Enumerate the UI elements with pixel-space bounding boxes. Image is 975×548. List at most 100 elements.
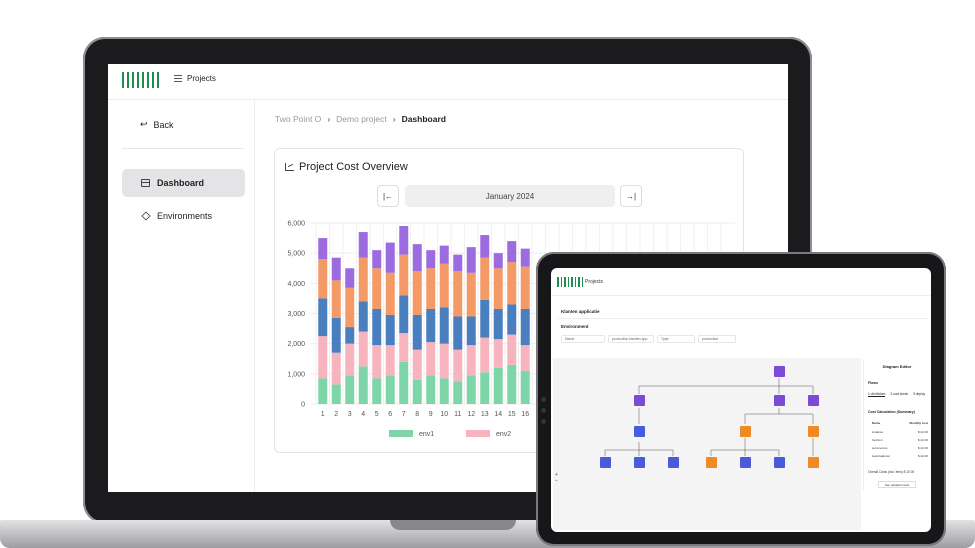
x-tick-label: 11: [454, 411, 461, 418]
compute-node-icon[interactable]: [740, 426, 751, 437]
cost-row-name: service-bus: [872, 446, 888, 450]
breadcrumb-item[interactable]: Demo project: [336, 114, 387, 124]
bar-segment-env4: [412, 271, 422, 316]
chevron-right-icon: ›: [327, 114, 331, 124]
bar-segment-env5: [466, 247, 476, 273]
cost-row: instance $ 22.00: [872, 430, 928, 434]
flow-tabs: 1 of/children 2 cost check 3 deploy: [868, 392, 925, 397]
service-node-icon[interactable]: [668, 457, 679, 468]
y-tick-label: 4,000: [287, 281, 305, 288]
tab-children[interactable]: 1 of/children: [868, 392, 886, 397]
cloud-node-icon[interactable]: [634, 395, 645, 406]
bar-segment-env2: [372, 345, 382, 379]
bar-segment-env4: [480, 257, 490, 300]
x-tick-label: 6: [388, 411, 392, 418]
compute-node-icon[interactable]: [706, 457, 717, 468]
compute-node-icon[interactable]: [808, 457, 819, 468]
bar-segment-env1: [480, 372, 490, 404]
month-selector[interactable]: January 2024: [405, 185, 615, 207]
cost-row-name: function: [872, 438, 883, 442]
bar-segment-env5: [372, 250, 382, 269]
tablet-sensor: [541, 419, 546, 424]
bar-segment-env3: [358, 301, 368, 332]
chevron-right-icon: ›: [392, 114, 396, 124]
flows-label: Flows: [868, 381, 878, 385]
y-tick-label: 3,000: [287, 311, 305, 318]
sidebar-item-label: Dashboard: [157, 178, 205, 188]
bar-segment-env3: [520, 308, 530, 346]
service-node-icon[interactable]: [600, 457, 611, 468]
tablet-screen: Projects Klanten applicatie Environment …: [551, 268, 931, 532]
bar-segment-env5: [318, 238, 328, 260]
bar-segment-env5: [520, 248, 530, 267]
diagram-editor-panel: Diagram Editor Flows 1 of/children 2 cos…: [863, 360, 931, 490]
bar-segment-env3: [439, 307, 449, 344]
bar-segment-env4: [453, 271, 463, 317]
app-title: Klanten applicatie: [561, 309, 600, 314]
y-tick-label: 2,000: [287, 341, 305, 348]
bar-segment-env4: [372, 268, 382, 309]
projects-label[interactable]: Projects: [585, 279, 603, 285]
zoom-out-icon[interactable]: −: [555, 478, 558, 484]
field-label: Type: [657, 335, 695, 343]
cost-row-name: load-balancer: [872, 454, 891, 458]
bar-segment-env2: [358, 331, 368, 367]
card-title: Project Cost Overview: [285, 161, 408, 173]
bar-segment-env5: [453, 254, 463, 272]
bar-segment-env4: [439, 263, 449, 308]
bar-segment-env2: [493, 339, 503, 368]
bar-segment-env2: [399, 333, 409, 362]
bar-segment-env2: [466, 345, 476, 376]
panel-title: Diagram Editor: [882, 364, 912, 369]
bar-segment-env1: [466, 375, 476, 404]
compute-node-icon[interactable]: [808, 426, 819, 437]
back-button[interactable]: ↩ Back: [140, 119, 174, 130]
search-node-icon[interactable]: [740, 457, 751, 468]
bar-segment-env1: [345, 375, 355, 404]
card-title-text: Project Cost Overview: [299, 161, 408, 173]
layers-icon: [141, 212, 150, 220]
bar-segment-env2: [331, 352, 341, 385]
x-tick-label: 4: [361, 411, 365, 418]
x-tick-label: 7: [402, 411, 406, 418]
bar-segment-env1: [318, 378, 328, 404]
bar-segment-env5: [331, 257, 341, 281]
breadcrumb-item[interactable]: Two Point O: [275, 114, 321, 124]
legend-swatch-env1: [389, 430, 413, 437]
cloud-node-icon[interactable]: [774, 395, 785, 406]
service-node-icon[interactable]: [634, 426, 645, 437]
cost-row-value: $ 22.00: [917, 446, 928, 450]
see-detailed-costs-button[interactable]: See detailed costs: [878, 481, 916, 488]
tab-cost-check[interactable]: 2 cost check: [890, 392, 908, 397]
logo[interactable]: [122, 72, 159, 88]
cloud-node-icon[interactable]: [808, 395, 819, 406]
logo[interactable]: [557, 277, 583, 287]
breadcrumb: Two Point O › Demo project › Dashboard: [275, 114, 446, 124]
bar-segment-env3: [412, 315, 422, 350]
name-input[interactable]: production klanten app: [608, 335, 654, 343]
cloud-node-icon[interactable]: [774, 366, 785, 377]
y-tick-label: 1,000: [287, 371, 305, 378]
x-tick-label: 15: [508, 411, 516, 418]
projects-menu-link[interactable]: Projects: [174, 74, 216, 83]
sidebar-item-environments[interactable]: Environments: [122, 202, 245, 230]
next-month-button[interactable]: →|: [620, 185, 642, 207]
bar-segment-env2: [507, 334, 517, 365]
bar-segment-env4: [507, 262, 517, 305]
bar-segment-env1: [385, 375, 395, 404]
projects-label: Projects: [187, 74, 216, 83]
legend-swatch-env2: [466, 430, 490, 437]
cost-row-name: instance: [872, 430, 884, 434]
search-node-icon[interactable]: [774, 457, 785, 468]
legend-label: env1: [419, 431, 434, 438]
type-input[interactable]: production: [698, 335, 736, 343]
sidebar-item-dashboard[interactable]: Dashboard: [122, 169, 245, 197]
tab-deploy[interactable]: 3 deploy: [913, 392, 925, 397]
bar-segment-env2: [480, 337, 490, 373]
diagram-canvas[interactable]: + −: [553, 358, 861, 530]
bar-segment-env1: [507, 364, 517, 404]
laptop-notch: [390, 520, 516, 530]
sidebar-item-label: Environments: [157, 211, 213, 221]
service-node-icon[interactable]: [634, 457, 645, 468]
prev-month-button[interactable]: |←: [377, 185, 399, 207]
